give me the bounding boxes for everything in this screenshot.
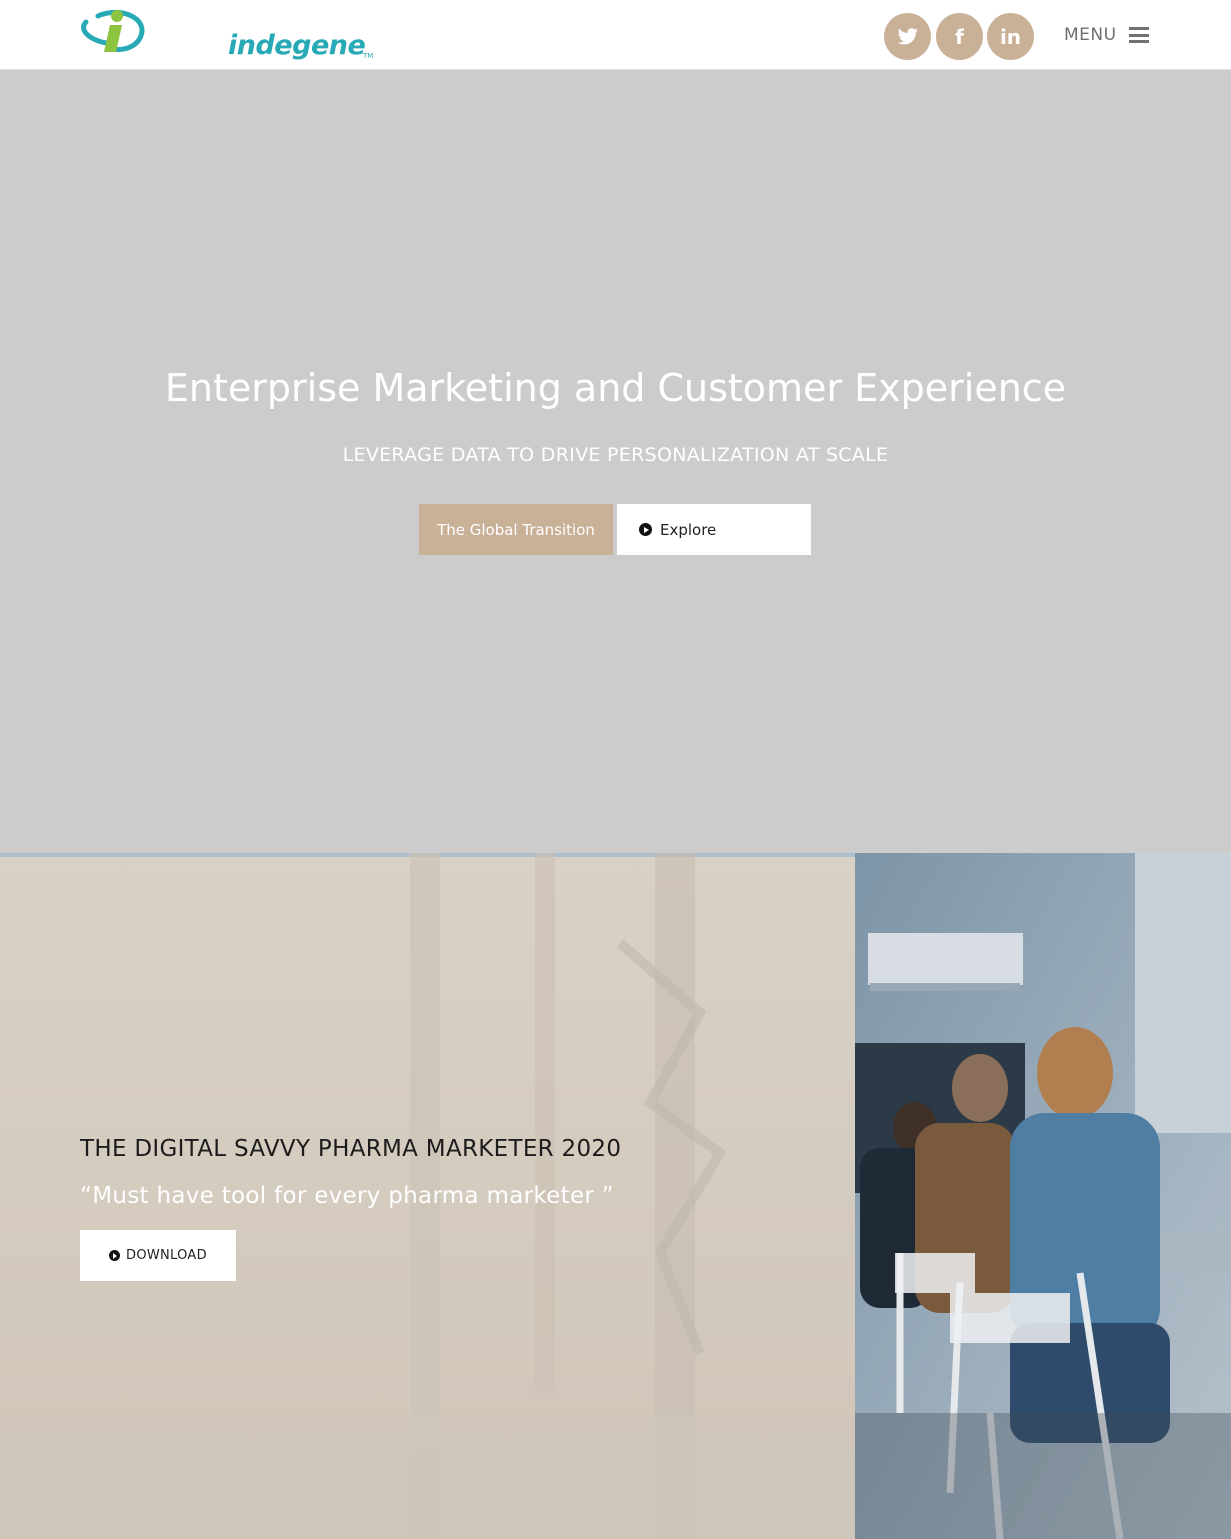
linkedin-icon: in bbox=[999, 24, 1022, 49]
download-button[interactable]: DOWNLOAD bbox=[80, 1230, 236, 1281]
indegene-logo[interactable]: indegene TM bbox=[80, 8, 373, 61]
logo-wordmark: indegene bbox=[228, 30, 366, 61]
feature-title: THE DIGITAL SAVVY PHARMA MARKETER 2020 bbox=[80, 1136, 622, 1162]
facebook-icon: f bbox=[955, 24, 964, 49]
menu-button[interactable]: MENU bbox=[1064, 22, 1149, 48]
feature-banner: THE DIGITAL SAVVY PHARMA MARKETER 2020 “… bbox=[0, 853, 1231, 1539]
play-icon bbox=[109, 1250, 121, 1261]
explore-button[interactable]: Explore bbox=[617, 504, 811, 555]
logo-trademark: TM bbox=[363, 52, 374, 60]
hero-title: Enterprise Marketing and Customer Experi… bbox=[164, 366, 1067, 410]
twitter-button[interactable] bbox=[884, 13, 931, 60]
hero-subtitle: LEVERAGE DATA TO DRIVE PERSONALIZATION A… bbox=[342, 444, 889, 466]
site-header: indegene TM f in MENU bbox=[0, 0, 1231, 70]
twitter-icon bbox=[897, 27, 918, 45]
play-icon bbox=[639, 523, 652, 536]
feature-quote: “Must have tool for every pharma markete… bbox=[80, 1183, 614, 1209]
hero-banner: Enterprise Marketing and Customer Experi… bbox=[0, 70, 1231, 853]
menu-label: MENU bbox=[1064, 25, 1117, 45]
linkedin-button[interactable]: in bbox=[987, 13, 1034, 60]
explore-label: Explore bbox=[660, 520, 717, 539]
global-transition-button[interactable]: The Global Transition bbox=[419, 504, 613, 555]
hamburger-icon bbox=[1128, 27, 1149, 43]
download-label: DOWNLOAD bbox=[126, 1248, 207, 1263]
facebook-button[interactable]: f bbox=[936, 13, 983, 60]
